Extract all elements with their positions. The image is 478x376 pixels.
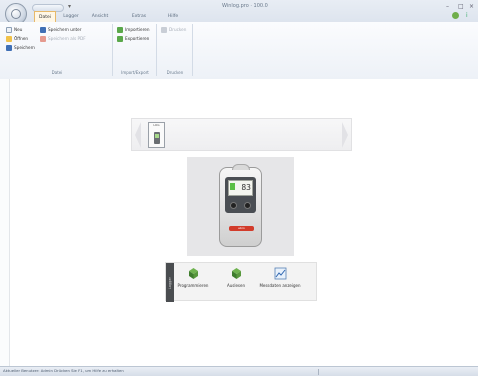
new-button-label: Neu: [14, 27, 23, 32]
save-as-button[interactable]: Speichern unter: [40, 26, 81, 34]
print-button[interactable]: Drucken: [161, 26, 186, 34]
tab-ansicht[interactable]: Ansicht: [88, 11, 112, 22]
close-button[interactable]: ×: [469, 3, 474, 10]
export-button[interactable]: Exportieren: [117, 35, 149, 43]
info-icon[interactable]: i: [466, 12, 468, 19]
logger-thumbnail[interactable]: LOG: [148, 122, 165, 148]
program-logger-icon: [188, 268, 198, 279]
device-brand-text: ebro: [238, 226, 245, 230]
show-data-chart-icon: [274, 267, 286, 280]
tab-logger[interactable]: Logger: [60, 11, 82, 22]
show-data-button[interactable]: Messdaten anzeigen: [256, 267, 304, 288]
save-as-icon: [40, 27, 46, 33]
save-icon: [6, 45, 12, 51]
export-button-label: Exportieren: [125, 36, 150, 41]
data-logger-device-image: 83 ebro: [219, 164, 262, 247]
device-image-panel: 83 ebro: [187, 157, 294, 256]
read-logger-icon: [231, 268, 241, 279]
save-button[interactable]: Speichern: [6, 44, 35, 52]
tab-datei[interactable]: Datei: [34, 11, 56, 22]
save-as-pdf-button[interactable]: Speichern als PDF: [40, 35, 86, 43]
save-as-pdf-button-label: Speichern als PDF: [48, 36, 86, 41]
export-icon: [117, 36, 123, 42]
ribbon: Neu Öffnen Speichern Speichern unter Spe…: [0, 22, 478, 80]
data-logger-thumbnail-icon: [154, 132, 160, 144]
program-logger-label: Programmieren: [177, 283, 209, 288]
print-icon: [161, 27, 167, 33]
import-button[interactable]: Importieren: [117, 26, 150, 34]
logger-thumbnail-label: LOG: [153, 123, 160, 127]
logger-action-bar: Logger Programmieren Auslesen Messdaten …: [165, 262, 317, 302]
save-as-button-label: Speichern unter: [48, 27, 82, 32]
import-icon: [117, 27, 123, 33]
status-bar: Aktueller Benutzer: Admin Drücken Sie F1…: [0, 366, 478, 376]
logger-carousel[interactable]: LOG: [131, 118, 352, 151]
read-logger-label: Auslesen: [226, 283, 245, 288]
ribbon-group-import-export: Importieren Exportieren Import/Export: [114, 24, 157, 76]
window-title: Winlog.pro · 100.0: [222, 3, 268, 9]
read-logger-button[interactable]: Auslesen: [221, 267, 251, 288]
status-text: Aktueller Benutzer: Admin Drücken Sie F1…: [3, 368, 124, 373]
status-separator: [318, 369, 319, 375]
display-indicator-icon: [230, 183, 235, 190]
carousel-left-arrow-icon[interactable]: [135, 122, 141, 148]
quick-access-dropdown-icon[interactable]: ▾: [68, 3, 71, 10]
title-bar: ▾ Winlog.pro · 100.0 – □ × Datei Logger …: [0, 0, 478, 25]
minimize-button[interactable]: –: [446, 3, 449, 10]
new-button[interactable]: Neu: [6, 26, 22, 34]
group-label-import-export: Import/Export: [121, 70, 149, 75]
carousel-right-arrow-icon[interactable]: [342, 122, 348, 148]
ribbon-group-datei: Neu Öffnen Speichern Speichern unter Spe…: [2, 24, 113, 76]
group-label-datei: Datei: [51, 70, 63, 75]
action-bar-side-tab: Logger: [166, 263, 174, 302]
open-folder-icon: [6, 36, 12, 42]
device-display-value: 83: [241, 183, 251, 192]
device-left-button: [230, 202, 237, 209]
open-button-label: Öffnen: [14, 36, 29, 41]
action-bar-side-label: Logger: [168, 277, 172, 290]
help-icon[interactable]: [452, 12, 459, 19]
print-button-label: Drucken: [169, 27, 187, 32]
maximize-button[interactable]: □: [458, 3, 464, 10]
import-button-label: Importieren: [125, 27, 150, 32]
new-file-icon: [6, 27, 12, 33]
show-data-label: Messdaten anzeigen: [259, 283, 301, 288]
tab-extras[interactable]: Extras: [120, 11, 158, 22]
save-button-label: Speichern: [14, 45, 35, 50]
device-face: 83: [225, 177, 256, 213]
device-right-button: [244, 202, 251, 209]
group-label-drucken: Drucken: [166, 70, 184, 75]
open-button[interactable]: Öffnen: [6, 35, 28, 43]
pdf-icon: [40, 36, 46, 42]
device-display: 83: [228, 180, 253, 196]
device-hanger: [232, 164, 250, 170]
device-brand-logo: ebro: [229, 226, 254, 231]
ribbon-group-drucken: Drucken Drucken: [158, 24, 193, 76]
tab-hilfe[interactable]: Hilfe: [162, 11, 184, 22]
program-logger-button[interactable]: Programmieren: [176, 267, 210, 288]
